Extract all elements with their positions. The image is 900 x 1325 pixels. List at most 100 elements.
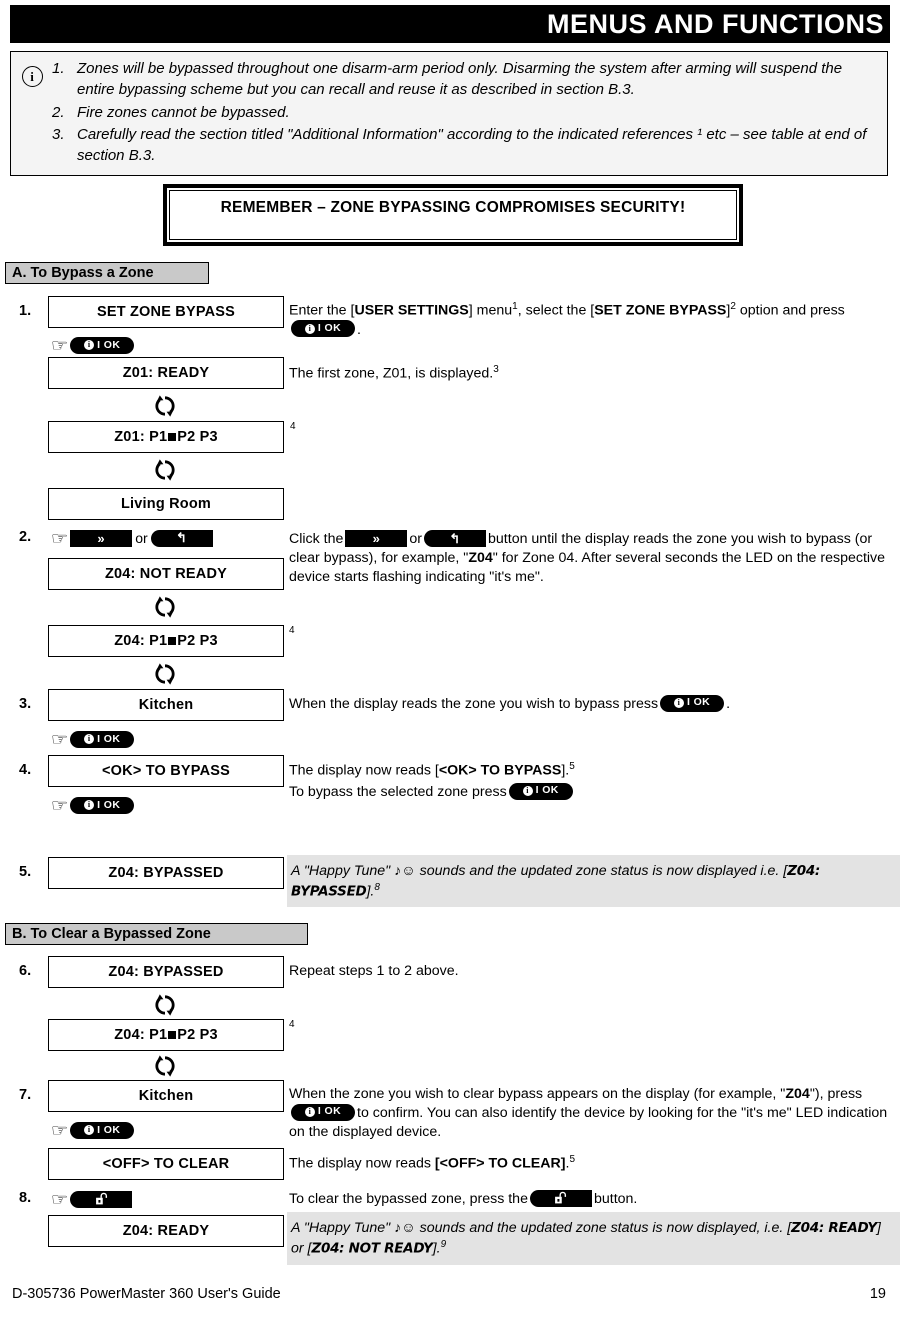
footnote-ref-4a: 4 xyxy=(290,421,296,432)
step-4-instruction-2: To bypass the selected zone press i I OK xyxy=(289,782,889,802)
section-header-b: B. To Clear a Bypassed Zone xyxy=(5,923,308,945)
ok-button[interactable]: i I OK xyxy=(70,1121,135,1139)
rotate-cycle-icon xyxy=(152,992,178,1018)
footer-document-title: D-305736 PowerMaster 360 User's Guide xyxy=(12,1286,281,1302)
pointing-hand-icon: ☞ xyxy=(50,1189,69,1209)
press-ok-row-1: ☞ i I OK xyxy=(51,335,135,355)
step-number-8: 8. xyxy=(19,1190,32,1206)
step-number-2: 2. xyxy=(19,529,32,545)
unlock-padlock-icon xyxy=(95,1192,107,1205)
step-number-7: 7. xyxy=(19,1087,32,1103)
rotate-cycle-icon xyxy=(152,393,178,419)
info-icon-wrap: i xyxy=(15,58,49,167)
or-label-2: or xyxy=(135,530,148,546)
lcd-z04-bypassed-1: Z04: BYPASSED xyxy=(48,857,284,889)
footnote-ref-4c: 4 xyxy=(289,1019,295,1030)
footnote-ref-4b: 4 xyxy=(289,625,295,636)
lcd-text-2: P2 P3 xyxy=(177,633,218,649)
footer-page-number: 19 xyxy=(869,1286,886,1302)
lcd-text: Z04: NOT READY xyxy=(104,566,228,582)
remember-warning-inner: REMEMBER – ZONE BYPASSING COMPROMISES SE… xyxy=(169,190,737,240)
lcd-kitchen-1: Kitchen xyxy=(48,689,284,721)
ok-button[interactable]: i I OK xyxy=(70,336,135,354)
lcd-text: Z01: READY xyxy=(122,365,210,381)
lcd-text: <OK> TO BYPASS xyxy=(102,763,230,779)
info-glyph-icon: i xyxy=(304,1107,315,1118)
pointing-hand-icon: ☞ xyxy=(50,528,69,548)
happy-tune-icon: ♪☺ xyxy=(394,1220,416,1236)
page-header-banner: MENUS AND FUNCTIONS xyxy=(10,5,890,43)
step-8-instruction-2: A "Happy Tune" ♪☺ sounds and the updated… xyxy=(291,1220,881,1257)
step-5-instruction: A "Happy Tune" ♪☺ sounds and the updated… xyxy=(291,863,821,900)
step-1-instruction-2: The first zone, Z01, is displayed.3 xyxy=(289,364,499,382)
fast-forward-button[interactable]: » xyxy=(345,529,408,547)
ok-button[interactable]: i I OK xyxy=(70,796,135,814)
section-header-a-label: A. To Bypass a Zone xyxy=(12,265,154,281)
pointing-hand-icon: ☞ xyxy=(50,795,69,815)
press-ok-row-7: ☞ i I OK xyxy=(50,1120,135,1140)
lcd-text: Z04: READY xyxy=(122,1223,210,1239)
info-glyph-icon: i xyxy=(84,340,95,350)
lcd-z04-not-ready: Z04: NOT READY xyxy=(48,558,284,590)
list-item: 3. Carefully read the section titled "Ad… xyxy=(49,124,881,167)
lcd-text: Living Room xyxy=(120,496,211,512)
section-header-a: A. To Bypass a Zone xyxy=(5,262,209,284)
back-button[interactable]: ↰ xyxy=(424,529,487,547)
step-number-6: 6. xyxy=(19,963,32,979)
page-title: MENUS AND FUNCTIONS xyxy=(547,8,884,39)
lcd-off-to-clear: <OFF> TO CLEAR xyxy=(48,1148,284,1180)
step-7-instruction: When the zone you wish to clear bypass a… xyxy=(289,1086,888,1140)
info-circle-icon: i xyxy=(21,66,43,87)
ok-button[interactable]: iI OK xyxy=(291,1103,355,1121)
ok-button-label: I OK xyxy=(97,339,121,351)
ok-button[interactable]: i I OK xyxy=(70,730,135,748)
lcd-text: Z04: BYPASSED xyxy=(108,964,224,980)
pointing-hand-icon: ☞ xyxy=(50,1120,69,1140)
note-number: 2. xyxy=(52,103,65,121)
unlock-padlock-button[interactable] xyxy=(70,1190,133,1208)
fast-forward-button[interactable]: » xyxy=(70,529,133,547)
lcd-z04-partitions-2: Z04: P1 P2 P3 xyxy=(48,1019,284,1051)
info-glyph-icon: i xyxy=(304,323,315,334)
lcd-text: Z04: P1 xyxy=(114,1027,168,1043)
section-header-b-label: B. To Clear a Bypassed Zone xyxy=(12,926,211,942)
info-glyph-icon: i xyxy=(84,800,95,810)
ok-button-label: I OK xyxy=(317,1105,342,1118)
ok-button[interactable]: iI OK xyxy=(291,320,355,338)
lcd-text-2: P2 P3 xyxy=(177,1027,218,1043)
press-ok-row-4: ☞ i I OK xyxy=(50,795,135,815)
note-list: 1. Zones will be bypassed throughout one… xyxy=(49,58,881,167)
info-glyph-icon: i xyxy=(673,698,684,709)
note-number: 1. xyxy=(52,60,65,77)
pointing-hand-icon: ☞ xyxy=(50,729,69,749)
ok-button-label: I OK xyxy=(535,784,559,797)
lcd-z04-ready: Z04: READY xyxy=(48,1215,284,1247)
rotate-cycle-icon xyxy=(152,594,178,620)
press-unlock-row-8: ☞ xyxy=(50,1189,133,1209)
note-text: Zones will be bypassed throughout one di… xyxy=(77,60,843,99)
note-callout-box: i 1. Zones will be bypassed throughout o… xyxy=(10,51,888,177)
step-7-instruction-2: The display now reads [<OFF> TO CLEAR].5 xyxy=(289,1154,576,1172)
ok-button[interactable]: iI OK xyxy=(660,694,725,712)
lcd-ok-to-bypass: <OK> TO BYPASS xyxy=(48,755,284,787)
press-ok-row-3: ☞ i I OK xyxy=(50,729,135,749)
info-glyph-icon: i xyxy=(84,734,95,744)
lcd-z01-partitions: Z01: P1 P2 P3 xyxy=(48,421,284,453)
remember-warning-text: REMEMBER – ZONE BYPASSING COMPROMISES SE… xyxy=(220,199,686,216)
step-number-1: 1. xyxy=(19,303,32,319)
lcd-z04-bypassed-2: Z04: BYPASSED xyxy=(48,956,284,988)
back-button[interactable]: ↰ xyxy=(150,529,213,547)
list-item: 1. Zones will be bypassed throughout one… xyxy=(49,58,881,101)
lcd-text: SET ZONE BYPASS xyxy=(96,304,236,320)
rotate-cycle-icon xyxy=(152,457,178,483)
ok-button-label: I OK xyxy=(97,733,121,745)
lcd-text: Kitchen xyxy=(138,1088,194,1104)
ok-button-label: I OK xyxy=(317,321,342,334)
ok-button[interactable]: iI OK xyxy=(508,782,573,800)
lcd-text: Z01: P1 xyxy=(114,429,168,445)
remember-warning-box: REMEMBER – ZONE BYPASSING COMPROMISES SE… xyxy=(163,184,743,246)
step-number-5: 5. xyxy=(19,864,32,880)
unlock-padlock-button[interactable] xyxy=(529,1189,592,1207)
info-glyph-icon: i xyxy=(522,786,533,797)
step-4-instruction: The display now reads [<OK> TO BYPASS].5 xyxy=(289,761,575,779)
